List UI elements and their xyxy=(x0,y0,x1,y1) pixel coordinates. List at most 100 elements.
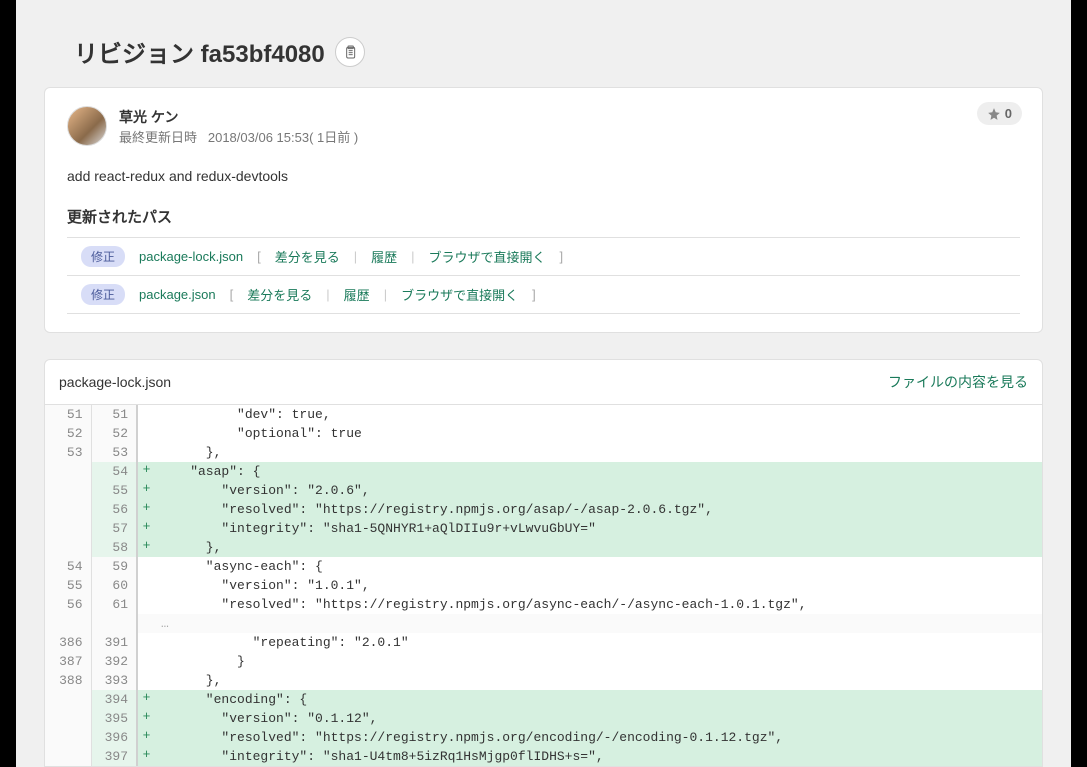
diff-mark xyxy=(137,557,155,576)
history-link[interactable]: 履歴 xyxy=(371,247,397,266)
code-line: "resolved": "https://registry.npmjs.org/… xyxy=(155,728,1042,747)
old-line-number xyxy=(45,614,91,633)
diff-mark: + xyxy=(137,462,155,481)
diff-mark: + xyxy=(137,728,155,747)
open-link[interactable]: ブラウザで直接開く xyxy=(429,247,546,266)
new-line-number xyxy=(91,614,137,633)
old-line-number: 388 xyxy=(45,671,91,690)
old-line-number xyxy=(45,728,91,747)
old-line-number: 53 xyxy=(45,443,91,462)
old-line-number xyxy=(45,481,91,500)
code-line: }, xyxy=(155,443,1042,462)
diff-mark xyxy=(137,405,155,424)
code-line: "dev": true, xyxy=(155,405,1042,424)
mod-tag: 修正 xyxy=(81,246,125,267)
diff-row: 5560 "version": "1.0.1", xyxy=(45,576,1042,595)
code-line: "resolved": "https://registry.npmjs.org/… xyxy=(155,595,1042,614)
old-line-number xyxy=(45,709,91,728)
diff-row: 55+ "version": "2.0.6", xyxy=(45,481,1042,500)
diff-row: 386391 "repeating": "2.0.1" xyxy=(45,633,1042,652)
commit-message: add react-redux and redux-devtools xyxy=(67,168,1020,184)
diff-row: 5151 "dev": true, xyxy=(45,405,1042,424)
diff-row: 58+ }, xyxy=(45,538,1042,557)
path-row: 修正package.json[差分を見る|履歴|ブラウザで直接開く] xyxy=(67,276,1020,314)
diff-mark: + xyxy=(137,519,155,538)
new-line-number: 57 xyxy=(91,519,137,538)
old-line-number xyxy=(45,519,91,538)
diff-row: 54+ "asap": { xyxy=(45,462,1042,481)
diff-row: 397+ "integrity": "sha1-U4tm8+5izRq1HsMj… xyxy=(45,747,1042,766)
diff-row: 394+ "encoding": { xyxy=(45,690,1042,709)
diff-mark xyxy=(137,595,155,614)
open-link[interactable]: ブラウザで直接開く xyxy=(401,285,518,304)
path-row: 修正package-lock.json[差分を見る|履歴|ブラウザで直接開く] xyxy=(67,237,1020,276)
diff-row: 5661 "resolved": "https://registry.npmjs… xyxy=(45,595,1042,614)
diff-mark xyxy=(137,633,155,652)
file-link[interactable]: package-lock.json xyxy=(139,249,243,264)
code-line: } xyxy=(155,652,1042,671)
diff-row: … xyxy=(45,614,1042,633)
code-line: "repeating": "2.0.1" xyxy=(155,633,1042,652)
diff-row: 56+ "resolved": "https://registry.npmjs.… xyxy=(45,500,1042,519)
star-icon xyxy=(987,107,1001,121)
diff-card: package-lock.json ファイルの内容を見る 5151 "dev":… xyxy=(44,359,1043,767)
new-line-number: 394 xyxy=(91,690,137,709)
diff-mark xyxy=(137,443,155,462)
history-link[interactable]: 履歴 xyxy=(344,285,370,304)
diff-row: 388393 }, xyxy=(45,671,1042,690)
view-file-content-link[interactable]: ファイルの内容を見る xyxy=(888,372,1028,392)
new-line-number: 51 xyxy=(91,405,137,424)
diff-mark: + xyxy=(137,709,155,728)
file-link[interactable]: package.json xyxy=(139,287,216,302)
diff-mark xyxy=(137,614,155,633)
code-line: "version": "0.1.12", xyxy=(155,709,1042,728)
diff-link[interactable]: 差分を見る xyxy=(247,285,312,304)
code-line: }, xyxy=(155,671,1042,690)
author-meta: 最終更新日時 2018/03/06 15:53( 1日前 ) xyxy=(119,127,358,146)
code-line: "integrity": "sha1-5QNHYR1+aQlDIIu9r+vLw… xyxy=(155,519,1042,538)
avatar xyxy=(67,106,107,146)
new-line-number: 393 xyxy=(91,671,137,690)
new-line-number: 392 xyxy=(91,652,137,671)
new-line-number: 56 xyxy=(91,500,137,519)
code-line: "async-each": { xyxy=(155,557,1042,576)
old-line-number: 56 xyxy=(45,595,91,614)
diff-link[interactable]: 差分を見る xyxy=(275,247,340,266)
new-line-number: 53 xyxy=(91,443,137,462)
code-line: "integrity": "sha1-U4tm8+5izRq1HsMjgp0fl… xyxy=(155,747,1042,766)
diff-row: 5252 "optional": true xyxy=(45,424,1042,443)
new-line-number: 52 xyxy=(91,424,137,443)
updated-paths-title: 更新されたパス xyxy=(67,206,1020,227)
new-line-number: 395 xyxy=(91,709,137,728)
new-line-number: 391 xyxy=(91,633,137,652)
diff-mark: + xyxy=(137,747,155,766)
copy-revision-button[interactable] xyxy=(335,37,365,67)
old-line-number: 387 xyxy=(45,652,91,671)
clipboard-icon xyxy=(342,44,358,60)
code-line: … xyxy=(155,614,1042,633)
diff-mark xyxy=(137,652,155,671)
star-count: 0 xyxy=(1005,106,1012,121)
diff-mark xyxy=(137,424,155,443)
old-line-number: 386 xyxy=(45,633,91,652)
commit-card: 0 草光 ケン 最終更新日時 2018/03/06 15:53( 1日前 ) a… xyxy=(44,87,1043,333)
code-line: "resolved": "https://registry.npmjs.org/… xyxy=(155,500,1042,519)
code-line: }, xyxy=(155,538,1042,557)
code-line: "encoding": { xyxy=(155,690,1042,709)
old-line-number xyxy=(45,690,91,709)
new-line-number: 61 xyxy=(91,595,137,614)
mod-tag: 修正 xyxy=(81,284,125,305)
old-line-number: 52 xyxy=(45,424,91,443)
old-line-number xyxy=(45,538,91,557)
new-line-number: 59 xyxy=(91,557,137,576)
code-line: "version": "1.0.1", xyxy=(155,576,1042,595)
old-line-number: 51 xyxy=(45,405,91,424)
diff-mark: + xyxy=(137,690,155,709)
old-line-number xyxy=(45,500,91,519)
new-line-number: 397 xyxy=(91,747,137,766)
diff-mark: + xyxy=(137,481,155,500)
code-line: "version": "2.0.6", xyxy=(155,481,1042,500)
new-line-number: 58 xyxy=(91,538,137,557)
star-badge[interactable]: 0 xyxy=(977,102,1022,125)
new-line-number: 55 xyxy=(91,481,137,500)
